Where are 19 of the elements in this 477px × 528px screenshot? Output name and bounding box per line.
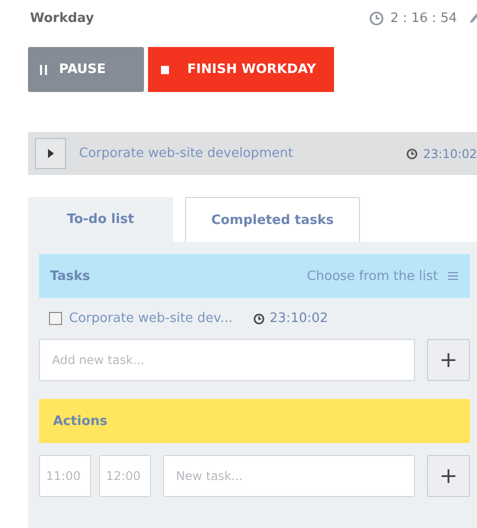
input-field[interactable]: Add new task... [39, 339, 415, 381]
add-button[interactable]: + [427, 339, 470, 381]
choose-list-link[interactable]: Choose from the list [306, 268, 458, 284]
input-field[interactable]: New task... [163, 455, 415, 497]
pause-button[interactable]: PAUSE [28, 47, 144, 92]
task-time: 23:10:02 [270, 311, 328, 326]
section-title: Actions [53, 414, 108, 428]
task-name: Corporate web-site dev... [69, 311, 233, 326]
add-button[interactable]: + [427, 455, 470, 497]
task-time: 23:10:02 [423, 146, 477, 160]
time-field[interactable]: 11:00 [39, 455, 91, 497]
task-name: Corporate web-site development [79, 146, 294, 161]
finish-button[interactable]: FINISH WORKDAY [148, 47, 334, 92]
tab[interactable]: Completed tasks [185, 197, 360, 242]
page-title: Workday [30, 10, 94, 26]
tab[interactable]: To-do list [28, 197, 173, 242]
time-field[interactable]: 12:00 [99, 455, 151, 497]
section-title: Tasks [50, 268, 90, 284]
timer-text: 2 : 16 : 54 [390, 10, 457, 26]
